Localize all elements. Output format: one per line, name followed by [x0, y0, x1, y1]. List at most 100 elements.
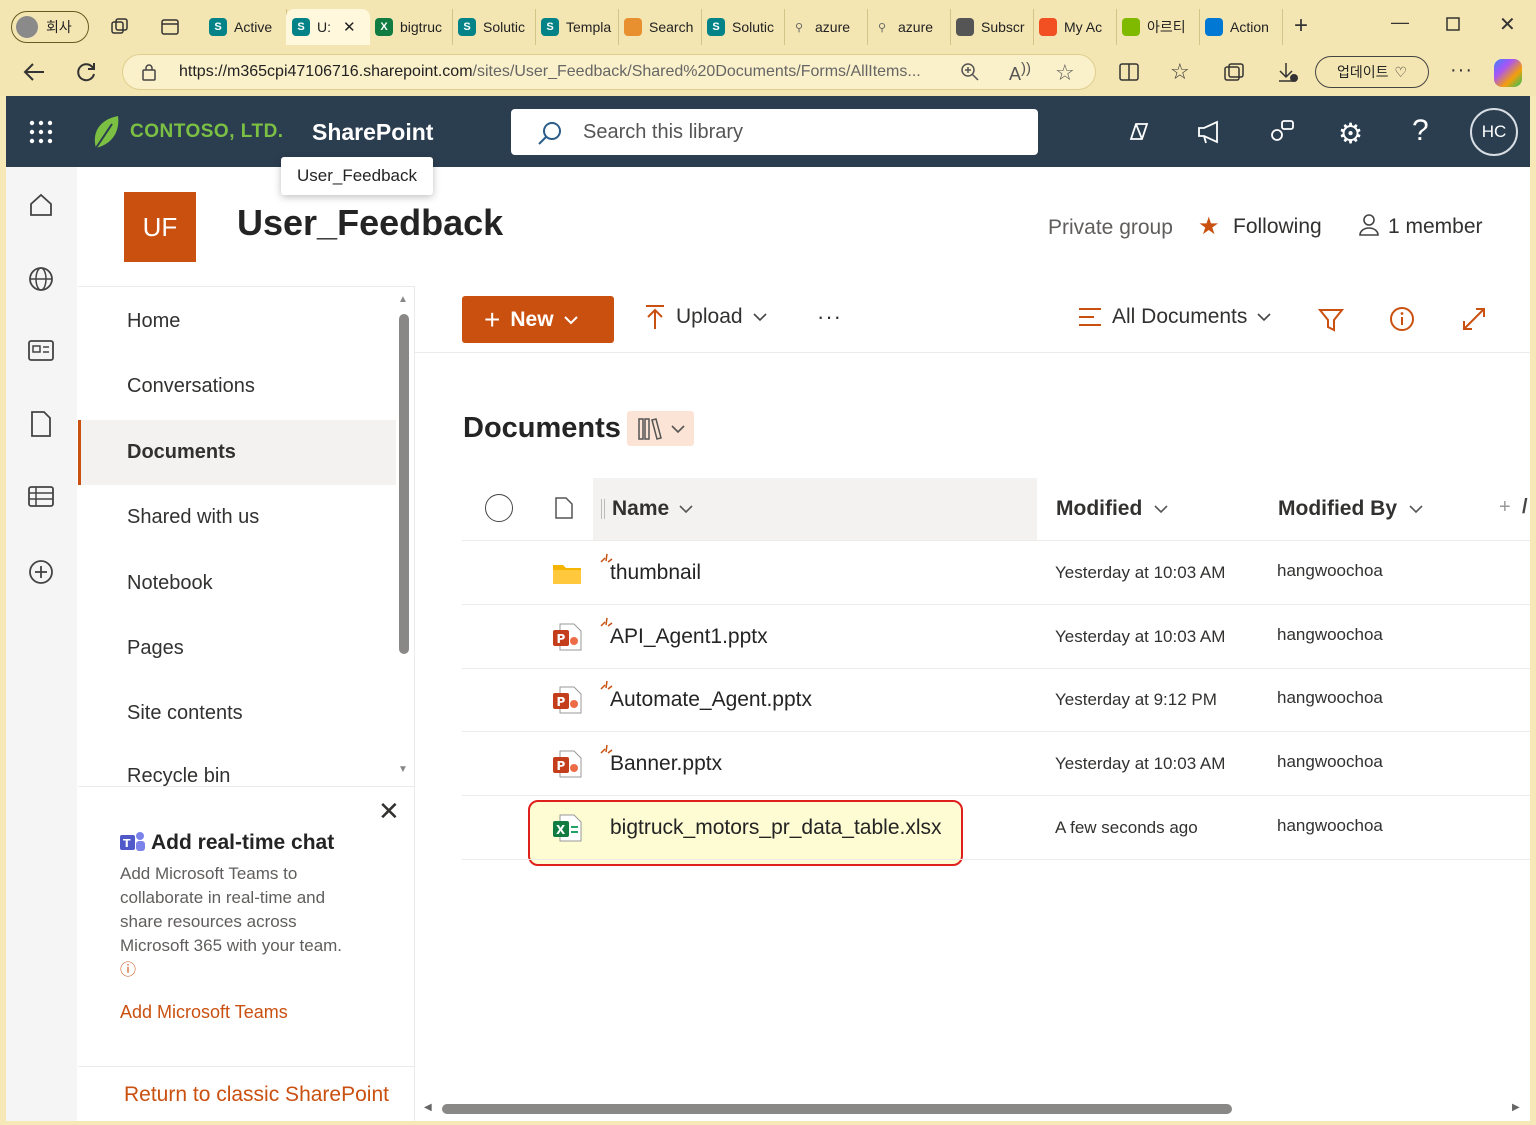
more-options-icon[interactable]: ···: [1450, 59, 1473, 82]
add-teams-link[interactable]: Add Microsoft Teams: [120, 1002, 288, 1023]
refresh-icon[interactable]: [75, 61, 97, 83]
nav-scroll-down-icon[interactable]: ▼: [398, 764, 408, 775]
file-modified-by[interactable]: hangwoochoa: [1277, 539, 1383, 602]
add-column-icon[interactable]: +: [1499, 496, 1511, 519]
update-button[interactable]: 업데이트 ♡: [1315, 56, 1429, 88]
file-type-column-icon[interactable]: [554, 496, 574, 520]
table-row[interactable]: Xbigtruck_motors_pr_data_table.xlsx A few…: [462, 796, 1530, 860]
company-logo-text[interactable]: CONTOSO, LTD.: [130, 121, 284, 143]
browser-tab[interactable]: My Ac: [1033, 9, 1117, 45]
close-window-button[interactable]: ✕: [1499, 12, 1516, 37]
table-row[interactable]: P API_Agent1.pptx Yesterday at 10:03 AM han…: [462, 605, 1530, 669]
hscroll-right-icon[interactable]: ▶: [1512, 1102, 1520, 1113]
following-star-icon[interactable]: ★: [1198, 212, 1220, 241]
home-rail-icon[interactable]: [27, 191, 55, 219]
classic-sharepoint-link[interactable]: Return to classic SharePoint: [124, 1083, 389, 1107]
table-row[interactable]: P Automate_Agent.pptx Yesterday at 9:12 PM…: [462, 668, 1530, 732]
tab-actions-icon[interactable]: [160, 17, 180, 37]
nav-item-recycle-bin[interactable]: Recycle bin: [78, 758, 396, 788]
browser-tab[interactable]: S Solutic: [452, 9, 536, 45]
zoom-icon[interactable]: [960, 62, 980, 82]
nav-item-pages[interactable]: Pages: [78, 616, 396, 681]
site-logo[interactable]: UF: [124, 192, 196, 262]
file-modified-by[interactable]: hangwoochoa: [1277, 794, 1383, 857]
file-modified-by[interactable]: hangwoochoa: [1277, 603, 1383, 666]
minimize-button[interactable]: —: [1391, 12, 1409, 33]
site-title[interactable]: User_Feedback: [237, 202, 503, 244]
url-field[interactable]: https://m365cpi47106716.sharepoint.com/s…: [122, 54, 1096, 90]
file-name-link[interactable]: bigtruck_motors_pr_data_table.xlsx: [610, 796, 942, 859]
app-launcher-icon[interactable]: [28, 119, 54, 145]
file-name-link[interactable]: API_Agent1.pptx: [610, 605, 768, 668]
settings-gear-icon[interactable]: ⚙: [1338, 117, 1363, 150]
file-name-link[interactable]: Automate_Agent.pptx: [610, 668, 812, 731]
nav-item-documents[interactable]: Documents: [78, 419, 396, 485]
workspaces-icon[interactable]: [110, 17, 130, 37]
browser-tab[interactable]: 아르티: [1116, 9, 1200, 45]
upload-button[interactable]: Upload: [644, 304, 767, 330]
files-rail-icon[interactable]: [30, 410, 52, 438]
filter-icon[interactable]: [1318, 307, 1344, 333]
sharepoint-app-name[interactable]: SharePoint: [312, 119, 433, 146]
file-modified-by[interactable]: hangwoochoa: [1277, 730, 1383, 793]
file-modified-by[interactable]: hangwoochoa: [1277, 666, 1383, 729]
file-name-link[interactable]: thumbnail: [610, 541, 701, 604]
nav-item-site-contents[interactable]: Site contents: [78, 681, 396, 746]
copilot-m365-icon[interactable]: [1126, 119, 1152, 145]
new-tab-button[interactable]: +: [1294, 12, 1308, 40]
browser-tab[interactable]: Action: [1199, 9, 1283, 45]
maximize-button[interactable]: [1446, 17, 1460, 31]
library-view-options-button[interactable]: [627, 411, 694, 446]
nav-item-notebook[interactable]: Notebook: [78, 551, 396, 616]
copilot-icon[interactable]: [1494, 59, 1522, 87]
lists-rail-icon[interactable]: [27, 484, 55, 510]
globe-rail-icon[interactable]: [27, 265, 55, 293]
new-button[interactable]: + New: [462, 296, 614, 343]
nav-item-shared-with-us[interactable]: Shared with us: [78, 485, 396, 550]
search-library-input[interactable]: Search this library: [511, 109, 1038, 155]
browser-tab[interactable]: Subscr: [950, 9, 1034, 45]
browser-tab[interactable]: Xbigtruc: [369, 9, 453, 45]
table-row[interactable]: thumbnail Yesterday at 10:03 AM hangwoocho…: [462, 541, 1530, 605]
file-name-link[interactable]: Banner.pptx: [610, 732, 722, 795]
create-rail-icon[interactable]: [27, 558, 55, 586]
favorites-icon[interactable]: ☆: [1170, 59, 1190, 85]
read-aloud-icon[interactable]: A)): [1009, 60, 1031, 85]
back-icon[interactable]: [22, 61, 46, 83]
browser-tab[interactable]: S Templa: [535, 9, 619, 45]
nav-item-home[interactable]: Home: [78, 289, 396, 354]
lock-icon[interactable]: [141, 63, 157, 81]
details-info-icon[interactable]: [1389, 306, 1415, 332]
nav-item-conversations[interactable]: Conversations: [78, 354, 396, 419]
browser-tab[interactable]: S Active: [203, 9, 287, 45]
member-person-icon[interactable]: [1358, 213, 1380, 237]
close-promo-icon[interactable]: ✕: [378, 796, 400, 827]
modified-by-column-header[interactable]: Modified By: [1278, 478, 1423, 540]
profile-button[interactable]: 회사: [11, 11, 89, 43]
nav-scrollbar-thumb[interactable]: [399, 314, 409, 654]
table-row[interactable]: P Banner.pptx Yesterday at 10:03 AM hangwoo…: [462, 732, 1530, 796]
help-icon[interactable]: ?: [1412, 114, 1429, 148]
user-avatar[interactable]: HC: [1470, 108, 1518, 156]
favorite-star-icon[interactable]: ☆: [1055, 60, 1075, 86]
following-button[interactable]: Following: [1233, 215, 1322, 239]
name-column-header[interactable]: Name: [593, 478, 1037, 540]
hscroll-thumb[interactable]: [442, 1104, 1232, 1114]
announcement-icon[interactable]: [1196, 119, 1224, 145]
split-screen-icon[interactable]: [1118, 62, 1140, 82]
collections-icon[interactable]: [1223, 62, 1245, 82]
browser-tab[interactable]: ⚲ azure: [784, 9, 868, 45]
expand-icon[interactable]: [1461, 306, 1487, 332]
members-button[interactable]: 1 member: [1388, 215, 1483, 239]
close-tab-icon[interactable]: ✕: [343, 18, 356, 36]
view-switcher[interactable]: All Documents: [1078, 305, 1271, 329]
browser-tab[interactable]: S Solutic: [701, 9, 785, 45]
modified-column-header[interactable]: Modified: [1056, 478, 1168, 540]
news-rail-icon[interactable]: [27, 338, 55, 364]
browser-tab[interactable]: S U: ✕: [286, 9, 370, 45]
sharing-icon[interactable]: [1268, 118, 1296, 146]
info-icon[interactable]: ⓘ: [120, 962, 136, 979]
downloads-icon[interactable]: [1277, 60, 1299, 84]
hscroll-left-icon[interactable]: ◀: [424, 1102, 432, 1113]
more-commands-icon[interactable]: ···: [817, 304, 842, 330]
